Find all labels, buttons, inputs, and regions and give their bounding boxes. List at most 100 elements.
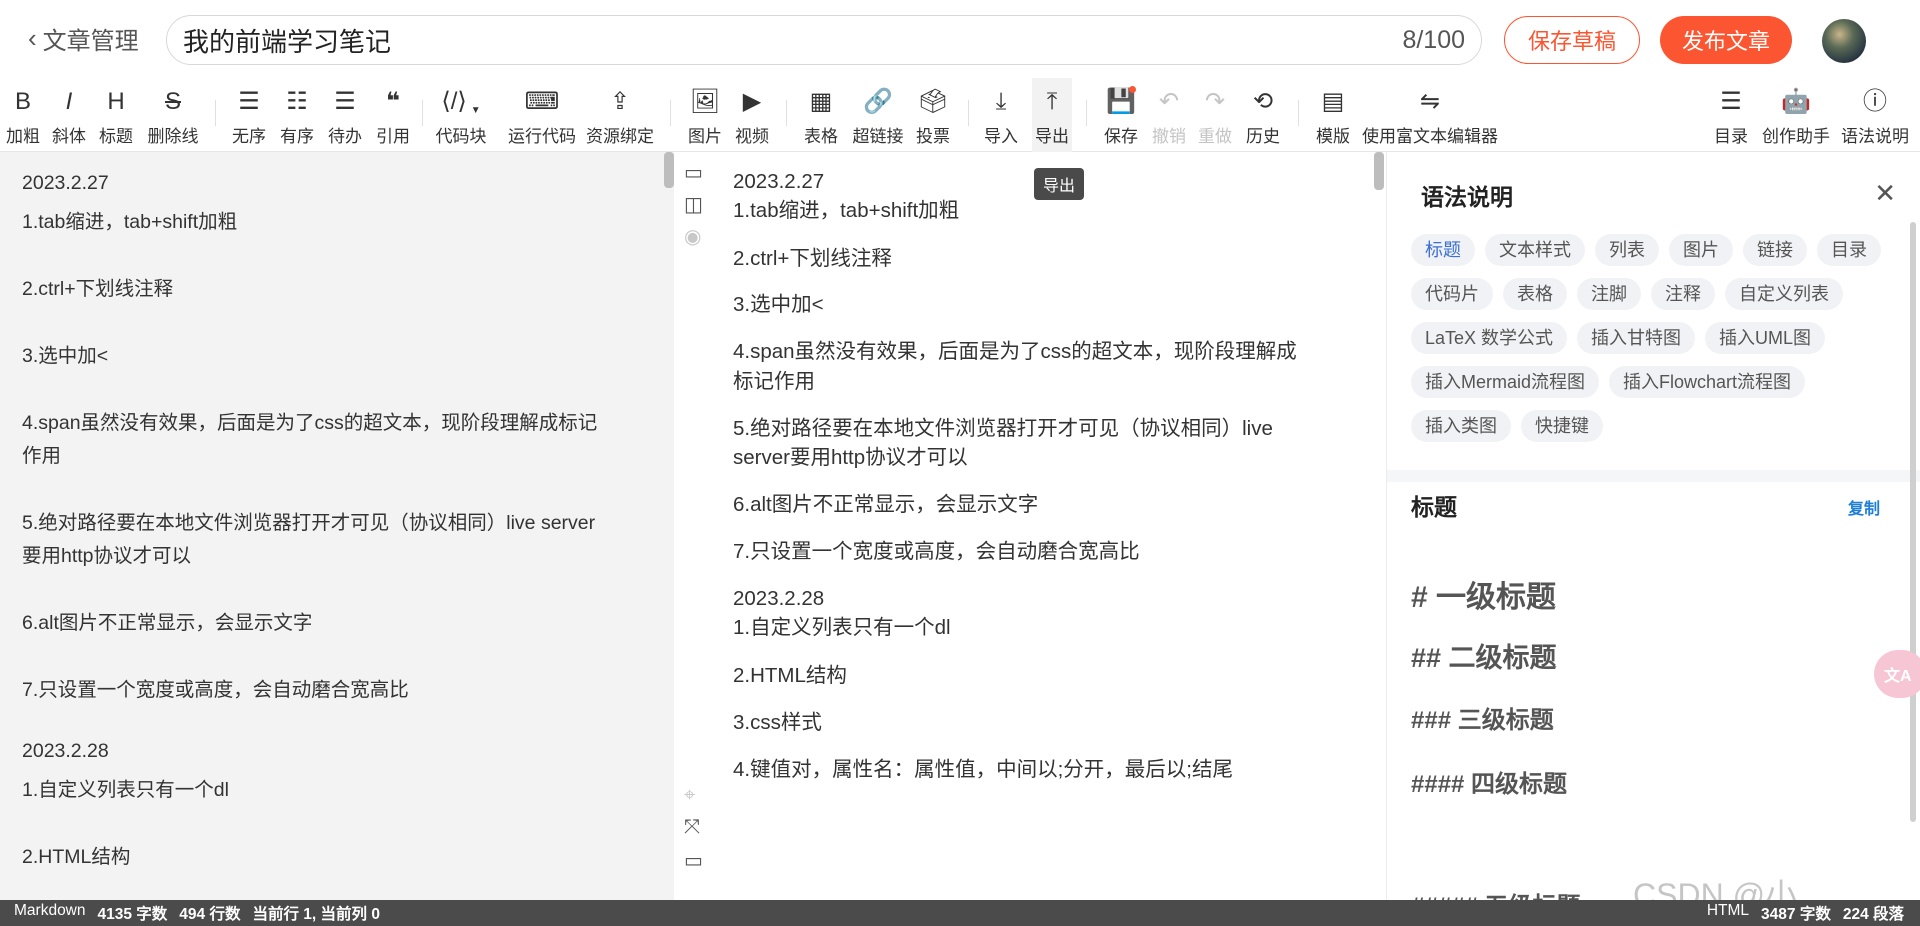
vote-button[interactable]: 🗳 投票 <box>914 78 952 152</box>
export-button[interactable]: ⤒ 导出 <box>1032 78 1072 152</box>
syntax-tag[interactable]: 插入Mermaid流程图 <box>1411 366 1600 398</box>
heading-label: 标题 <box>99 127 133 146</box>
html-char-count: 3487 字数 <box>1761 906 1831 923</box>
toc-button[interactable]: ☰ 目录 <box>1712 78 1750 152</box>
preview-line: 4.span虽然没有效果，后面是为了css的超文本，现阶段理解成 <box>733 340 1297 363</box>
article-title[interactable]: 我的前端学习笔记 <box>183 22 1402 59</box>
unordered-list-button[interactable]: ☰ 无序 <box>230 78 268 152</box>
close-icon[interactable]: ✕ <box>1874 178 1896 209</box>
template-button[interactable]: ▤ 模版 <box>1314 78 1352 152</box>
copy-button[interactable]: 复制 <box>1848 495 1880 519</box>
preview-scrollbar[interactable] <box>1374 152 1384 190</box>
syntax-tag[interactable]: 插入UML图 <box>1705 322 1826 354</box>
run-code-button[interactable]: ⌨ 运行代码 <box>506 78 578 152</box>
syntax-tag[interactable]: 代码片 <box>1411 278 1493 310</box>
quote-icon: ❝ <box>385 88 401 115</box>
undo-button[interactable]: ↶ 撤销 <box>1150 78 1188 152</box>
split-view-icon[interactable]: ◫ <box>684 192 703 217</box>
table-label: 表格 <box>804 127 838 146</box>
md-line[interactable]: 3.选中加< <box>22 339 108 368</box>
bold-label: 加粗 <box>6 127 40 146</box>
syntax-tag[interactable]: LaTeX 数学公式 <box>1411 322 1568 354</box>
save-draft-button[interactable]: 保存草稿 <box>1504 16 1640 64</box>
md-line[interactable]: 4.span虽然没有效果，后面是为了css的超文本，现阶段理解成标记 <box>22 406 597 435</box>
syntax-tag[interactable]: 自定义列表 <box>1725 278 1843 310</box>
italic-label: 斜体 <box>52 127 86 146</box>
sync-scroll-icon[interactable]: ⤧ <box>684 816 700 839</box>
italic-button[interactable]: I 斜体 <box>50 78 88 152</box>
syntax-tag[interactable]: 插入类图 <box>1411 410 1511 442</box>
heading-button[interactable]: H 标题 <box>96 78 136 152</box>
link-icon: 🔗 <box>863 88 893 115</box>
syntax-tag[interactable]: 图片 <box>1669 234 1733 266</box>
md-line[interactable]: 7.只设置一个宽度或高度，会自动磨合宽高比 <box>22 673 409 702</box>
syntax-tag[interactable]: 文本样式 <box>1485 234 1585 266</box>
syntax-tag[interactable]: 插入甘特图 <box>1577 322 1696 354</box>
title-length-counter: 8/100 <box>1402 25 1465 54</box>
syntax-tag[interactable]: 目录 <box>1817 234 1881 266</box>
h1-example: # 一级标题 <box>1411 581 1557 614</box>
markdown-editor[interactable]: 2023.2.27 1.tab缩进，tab+shift加粗 2.ctrl+下划线… <box>0 152 674 900</box>
publish-article-button[interactable]: 发布文章 <box>1660 16 1792 64</box>
md-line[interactable]: 2023.2.27 <box>22 172 109 195</box>
syntax-tag[interactable]: 注脚 <box>1577 278 1641 310</box>
resource-icon: ⇪ <box>609 88 631 115</box>
markdown-scrollbar[interactable] <box>664 152 674 188</box>
video-button[interactable]: ▶ 视频 <box>732 78 772 152</box>
switch-icon: ⇋ <box>1419 88 1441 115</box>
preview-line: 标记作用 <box>733 370 815 393</box>
rich-text-editor-button[interactable]: ⇋ 使用富文本编辑器 <box>1362 78 1498 152</box>
todo-list-button[interactable]: ☰ 待办 <box>326 78 364 152</box>
syntax-tag[interactable]: 标题 <box>1411 234 1475 266</box>
template-label: 模版 <box>1316 127 1350 146</box>
syntax-tag[interactable]: 表格 <box>1503 278 1567 310</box>
toolbar-divider <box>670 100 671 126</box>
md-line[interactable]: 要用http协议才可以 <box>22 539 191 568</box>
panel-divider <box>1387 470 1920 482</box>
bold-button[interactable]: B 加粗 <box>4 78 42 152</box>
syntax-tag[interactable]: 注释 <box>1651 278 1715 310</box>
syntax-help-button[interactable]: ⓘ 语法说明 <box>1840 78 1910 152</box>
history-label: 历史 <box>1246 127 1280 146</box>
locate-icon[interactable]: ⌖ <box>684 784 695 807</box>
eye-icon[interactable]: ◉ <box>684 224 701 249</box>
redo-button[interactable]: ↷ 重做 <box>1196 78 1234 152</box>
md-line[interactable]: 5.绝对路径要在本地文件浏览器打开才可见（协议相同）live server <box>22 506 595 535</box>
unordered-list-label: 无序 <box>232 127 266 146</box>
panel-scrollbar[interactable] <box>1910 222 1916 822</box>
avatar[interactable] <box>1822 19 1866 63</box>
syntax-tag[interactable]: 列表 <box>1595 234 1659 266</box>
resource-binding-button[interactable]: ⇪ 资源绑定 <box>584 78 656 152</box>
table-button[interactable]: ▦ 表格 <box>802 78 840 152</box>
editor-header: ‹ 文章管理 我的前端学习笔记 8/100 保存草稿 发布文章 <box>0 0 1920 78</box>
preview-toggle-icon[interactable]: ▭ <box>684 848 703 873</box>
code-block-button[interactable]: ⟨/⟩ ▼ 代码块 <box>432 78 490 152</box>
single-column-icon[interactable]: ▭ <box>684 160 703 185</box>
hyperlink-button[interactable]: 🔗 超链接 <box>850 78 906 152</box>
chevron-left-icon: ‹ <box>28 22 37 53</box>
md-line[interactable]: 2023.2.28 <box>22 740 109 763</box>
syntax-tag[interactable]: 链接 <box>1743 234 1807 266</box>
writing-assistant-button[interactable]: 🤖 创作助手 <box>1760 78 1832 152</box>
md-line[interactable]: 1.自定义列表只有一个dl <box>22 773 229 802</box>
syntax-tag[interactable]: 插入Flowchart流程图 <box>1609 366 1806 398</box>
preview-line: 3.选中加< <box>733 293 824 316</box>
syntax-tag[interactable]: 快捷键 <box>1521 410 1603 442</box>
quote-button[interactable]: ❝ 引用 <box>374 78 412 152</box>
back-to-article-management[interactable]: ‹ 文章管理 <box>28 22 139 55</box>
cursor-position: 当前行 1, 当前列 0 <box>252 906 380 923</box>
strikethrough-button[interactable]: S 删除线 <box>144 78 202 152</box>
md-line[interactable]: 2.HTML结构 <box>22 840 130 869</box>
md-line[interactable]: 6.alt图片不正常显示，会显示文字 <box>22 606 312 635</box>
history-button[interactable]: ⟲ 历史 <box>1244 78 1282 152</box>
md-line[interactable]: 作用 <box>22 439 61 468</box>
md-line[interactable]: 2.ctrl+下划线注释 <box>22 272 173 301</box>
article-title-input[interactable]: 我的前端学习笔记 8/100 <box>166 15 1482 65</box>
translate-float-button[interactable]: 文A <box>1874 650 1920 698</box>
ordered-list-button[interactable]: ☷ 有序 <box>278 78 316 152</box>
save-button[interactable]: 💾 保存 <box>1102 78 1140 152</box>
image-button[interactable]: 🖼 图片 <box>686 78 724 152</box>
syntax-help-label: 语法说明 <box>1841 127 1909 146</box>
import-button[interactable]: ⤓ 导入 <box>982 78 1020 152</box>
md-line[interactable]: 1.tab缩进，tab+shift加粗 <box>22 205 237 234</box>
